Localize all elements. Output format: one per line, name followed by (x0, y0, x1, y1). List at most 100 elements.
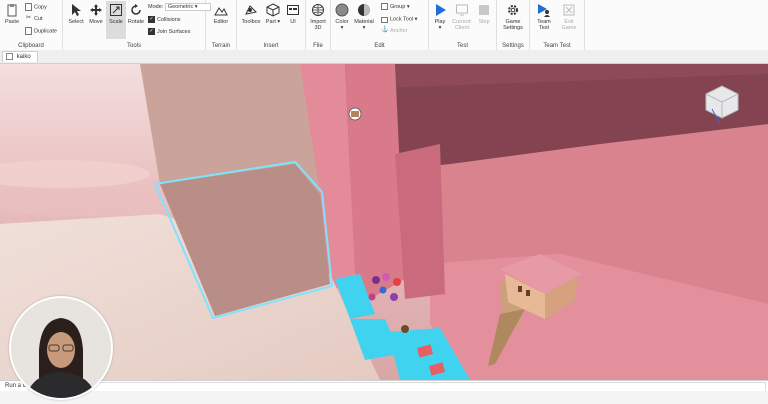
ui-frame-icon (287, 5, 299, 15)
rotate-tool-button[interactable]: Rotate (126, 3, 146, 25)
scale-tool-button[interactable]: Scale (106, 1, 126, 39)
team-play-icon (538, 4, 550, 17)
toolbox-button[interactable]: Toolbox (239, 3, 263, 25)
toolbox-icon (245, 5, 258, 15)
duplicate-button[interactable]: Duplicate (25, 27, 57, 35)
play-icon (436, 4, 446, 16)
3d-viewport[interactable] (0, 64, 768, 380)
bubble (379, 286, 387, 294)
anchor-button[interactable]: ⚓ Anchor (381, 27, 407, 34)
group-label-team-test: Team Test (543, 43, 571, 49)
copy-button[interactable]: Copy (25, 3, 47, 11)
paste-icon (7, 4, 17, 17)
gear-icon (508, 5, 518, 15)
group-button[interactable]: Group ▾ (381, 3, 410, 10)
move-tool-button[interactable]: Move (86, 3, 106, 25)
color-swatch-icon (335, 3, 349, 17)
ribbon-toolbar: Paste Copy ✂ Cut Duplicate Clipboard Sele… (0, 0, 768, 51)
clipboard-group: Paste Copy ✂ Cut Duplicate Clipboard (0, 0, 63, 50)
webcam-person (11, 298, 111, 398)
part-button[interactable]: Part ▾ (264, 3, 282, 25)
material-button[interactable]: Material ▾ (352, 3, 376, 31)
monitor-icon (456, 4, 468, 16)
color-button[interactable]: Color ▾ (333, 3, 351, 31)
stop-icon (479, 5, 489, 15)
collisions-checkbox[interactable]: ✓ Collisions (148, 16, 181, 23)
cursor-arrow-icon (72, 4, 81, 16)
group-label-clipboard: Clipboard (18, 43, 44, 49)
checkbox-checked-icon: ✓ (148, 16, 155, 23)
scene-render (0, 64, 768, 380)
terrain-editor-button[interactable]: Editor (210, 3, 232, 25)
group-label-tools: Tools (126, 43, 141, 49)
group-label-terrain: Terrain (211, 43, 231, 49)
lock-icon (381, 17, 388, 23)
ui-button[interactable]: UI (284, 3, 302, 25)
group-label-file: File (313, 43, 323, 49)
terrain-group: Editor Terrain (206, 0, 237, 50)
game-settings-button[interactable]: Game Settings (500, 3, 526, 31)
tab-label: kaiko (16, 54, 31, 60)
house-window (518, 286, 522, 292)
scissors-icon: ✂ (25, 15, 32, 21)
material-sphere-icon (358, 4, 370, 16)
join-surfaces-checkbox[interactable]: ✓ Join Surfaces (148, 28, 190, 35)
insert-group: Toolbox Part ▾ UI Insert (237, 0, 306, 50)
group-label-insert: Insert (263, 43, 279, 49)
terrain-icon (214, 7, 228, 16)
chevron-down-icon: ▾ (277, 19, 281, 25)
camera-focus-icon-center (351, 111, 359, 117)
file-group: Import 3D File (306, 0, 331, 50)
exit-game-icon (563, 4, 575, 16)
bubble (401, 325, 409, 333)
bubble (382, 273, 390, 281)
import-3d-button[interactable]: Import 3D (308, 3, 328, 31)
house-window (526, 290, 530, 296)
document-tab-bar: kaiko × (0, 50, 768, 71)
group-label-test: Test (456, 43, 468, 49)
select-tool-button[interactable]: Select (66, 3, 86, 25)
current-client-button[interactable]: Current: Client (450, 3, 474, 31)
group-icon (381, 3, 388, 10)
bubble (372, 276, 380, 284)
globe-icon (312, 4, 324, 16)
duplicate-icon (25, 27, 32, 35)
checkbox-checked-icon: ✓ (148, 28, 155, 35)
paste-button[interactable]: Paste (3, 3, 21, 25)
chevron-down-icon: ▾ (438, 25, 442, 31)
chevron-down-icon: ▾ (194, 4, 198, 10)
chevron-down-icon: ▾ (362, 25, 366, 31)
cube-icon (266, 3, 280, 17)
group-label-edit: Edit (374, 43, 385, 49)
edit-group: Color ▾ Material ▾ Group ▾ Lock Tool ▾ ⚓… (331, 0, 429, 50)
mode-dropdown[interactable]: Mode: Geometric ▾ (148, 3, 211, 11)
team-test-button[interactable]: Team Test (532, 3, 556, 31)
play-button[interactable]: Play ▾ (430, 3, 450, 31)
team-test-group: Team Test Exit Game Team Test (530, 0, 585, 50)
chevron-down-icon: ▾ (414, 16, 418, 23)
group-label-settings: Settings (502, 43, 524, 49)
tools-group: Select Move Scale Rotate Mode: Geometric… (63, 0, 211, 50)
anchor-icon: ⚓ (381, 27, 389, 33)
bubble (393, 278, 401, 286)
bubble (390, 293, 398, 301)
lock-tool-button[interactable]: Lock Tool ▾ (381, 15, 417, 23)
webcam-overlay (9, 296, 113, 400)
chevron-down-icon: ▾ (406, 3, 410, 10)
chevron-down-icon: ▾ (340, 25, 344, 31)
settings-group: Game Settings Settings (497, 0, 530, 50)
copy-icon (25, 3, 32, 11)
bubble (368, 293, 376, 301)
cut-button[interactable]: ✂ Cut (25, 15, 43, 22)
stop-button[interactable]: Stop (474, 3, 494, 25)
test-group: Play ▾ Current: Client Stop Test (429, 0, 497, 50)
status-bar (0, 391, 768, 404)
place-icon (6, 52, 13, 60)
move-arrows-icon (90, 4, 102, 16)
tab-kaiko[interactable]: kaiko × (2, 51, 38, 71)
mode-select[interactable]: Geometric ▾ (164, 3, 211, 11)
exit-game-button[interactable]: Exit Game (557, 3, 581, 31)
rotate-icon (131, 4, 141, 15)
command-bar: Run a command (0, 380, 768, 392)
scale-icon (110, 4, 122, 16)
